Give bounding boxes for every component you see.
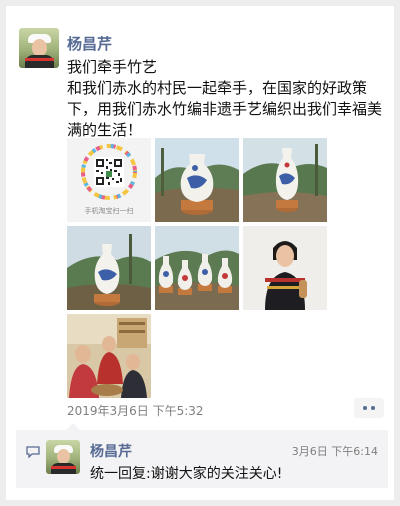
comment-text[interactable]: 统一回复:谢谢大家的关注关心! xyxy=(90,463,282,483)
image-grid: 手机淘宝扫一扫 xyxy=(67,138,327,398)
post-text-line-2: 和我们赤水的村民一起牵手，在国家的好政策下，用我们赤水竹编非遗手艺编织出我们幸福… xyxy=(67,79,383,139)
photo-people-working[interactable] xyxy=(67,314,151,398)
post-text: 我们牵手竹艺 和我们赤水的村民一起牵手，在国家的好政策下，用我们赤水竹编非遗手艺… xyxy=(67,57,385,141)
more-actions-button[interactable] xyxy=(354,398,384,418)
moments-post-card: 杨昌芹 我们牵手竹艺 和我们赤水的村民一起牵手，在国家的好政策下，用我们赤水竹编… xyxy=(6,6,394,500)
author-name[interactable]: 杨昌芹 xyxy=(67,33,112,54)
qr-code-image[interactable]: 手机淘宝扫一扫 xyxy=(67,138,151,222)
photo-woman-with-vase[interactable] xyxy=(243,226,327,310)
post-timestamp: 2019年3月6日 下午5:32 xyxy=(67,404,204,418)
post-text-line-1: 我们牵手竹艺 xyxy=(67,58,158,76)
photo-bamboo-vase-1[interactable] xyxy=(155,138,239,222)
photo-bamboo-vase-3[interactable] xyxy=(67,226,151,310)
photo-bamboo-vase-2[interactable] xyxy=(243,138,327,222)
qr-caption: 手机淘宝扫一扫 xyxy=(84,207,134,215)
commenter-name[interactable]: 杨昌芹 xyxy=(90,441,132,461)
photo-bamboo-vase-group[interactable] xyxy=(155,226,239,310)
dot-icon xyxy=(371,406,375,410)
comment-time: 3月6日 下午6:14 xyxy=(291,445,378,458)
commenter-avatar[interactable] xyxy=(46,440,80,474)
author-avatar[interactable] xyxy=(19,28,59,68)
comment-section: 杨昌芹 3月6日 下午6:14 统一回复:谢谢大家的关注关心! xyxy=(16,423,388,488)
comment-bubble-icon xyxy=(26,446,40,458)
dot-icon xyxy=(363,406,367,410)
